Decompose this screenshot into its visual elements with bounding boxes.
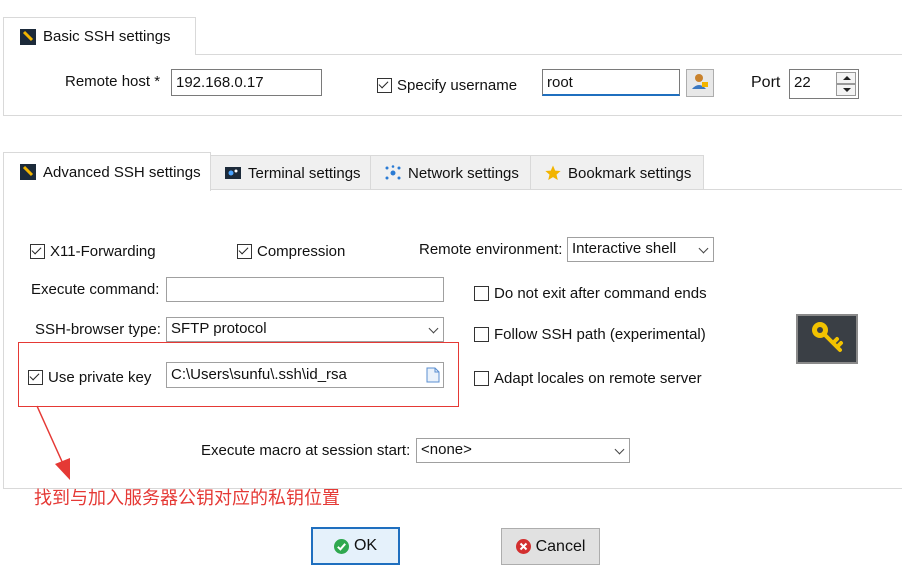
chevron-down-icon bbox=[698, 243, 709, 254]
checkbox-box[interactable] bbox=[237, 244, 252, 259]
adapt-locales-label: Adapt locales on remote server bbox=[494, 370, 702, 387]
tab-label: Bookmark settings bbox=[568, 164, 692, 182]
tab-label: Advanced SSH settings bbox=[43, 163, 201, 181]
port-label: Port bbox=[751, 74, 781, 91]
specify-username-checkbox[interactable]: Specify username bbox=[377, 77, 517, 94]
cancel-button[interactable]: Cancel bbox=[501, 528, 600, 565]
annotation-text: 找到与加入服务器公钥对应的私钥位置 bbox=[34, 488, 340, 509]
select-value: <none> bbox=[421, 441, 472, 458]
do-not-exit-checkbox[interactable]: Do not exit after command ends bbox=[474, 285, 707, 302]
star-icon bbox=[545, 165, 561, 181]
private-key-path-input[interactable]: C:\Users\sunfu\.ssh\id_rsa bbox=[166, 362, 444, 388]
terminal-icon bbox=[225, 165, 241, 181]
remote-environment-label: Remote environment: bbox=[419, 241, 563, 258]
ssh-browser-type-select[interactable]: SFTP protocol bbox=[166, 317, 444, 342]
execute-macro-label: Execute macro at session start: bbox=[201, 442, 411, 459]
ssh-browser-type-label: SSH-browser type: bbox=[35, 321, 161, 338]
wrench-icon bbox=[20, 164, 36, 180]
use-private-key-label: Use private key bbox=[48, 369, 152, 386]
compression-label: Compression bbox=[257, 243, 346, 260]
port-spinner-up[interactable] bbox=[836, 72, 856, 84]
checkbox-box[interactable] bbox=[474, 371, 489, 386]
tab-basic-ssh-settings[interactable]: Basic SSH settings bbox=[3, 17, 196, 55]
checkbox-box[interactable] bbox=[28, 370, 43, 385]
network-icon bbox=[385, 165, 401, 181]
adapt-locales-checkbox[interactable]: Adapt locales on remote server bbox=[474, 370, 702, 387]
file-browse-icon[interactable] bbox=[426, 367, 440, 387]
do-not-exit-label: Do not exit after command ends bbox=[494, 285, 707, 302]
port-spinner-down[interactable] bbox=[836, 84, 856, 96]
compression-checkbox[interactable]: Compression bbox=[237, 243, 345, 260]
specify-username-label: Specify username bbox=[397, 77, 518, 94]
checkbox-box[interactable] bbox=[377, 78, 392, 93]
x11-forwarding-checkbox[interactable]: X11-Forwarding bbox=[30, 243, 156, 260]
tab-label: Terminal settings bbox=[248, 164, 361, 182]
arrow-up-icon bbox=[843, 76, 851, 80]
key-icon bbox=[809, 319, 845, 360]
cancel-circle-icon bbox=[515, 539, 531, 554]
chevron-down-icon bbox=[614, 444, 625, 455]
key-manager-button[interactable] bbox=[796, 314, 858, 364]
select-value: SFTP protocol bbox=[171, 320, 267, 337]
x11-forwarding-label: X11-Forwarding bbox=[50, 243, 156, 260]
ok-label: OK bbox=[353, 537, 378, 554]
select-value: Interactive shell bbox=[572, 240, 677, 257]
wrench-icon bbox=[20, 28, 36, 45]
cancel-label: Cancel bbox=[535, 537, 586, 555]
checkbox-box[interactable] bbox=[474, 286, 489, 301]
annotation-arrow bbox=[36, 405, 70, 480]
tab-label: Network settings bbox=[408, 164, 519, 182]
execute-command-input[interactable] bbox=[166, 277, 444, 302]
follow-ssh-path-checkbox[interactable]: Follow SSH path (experimental) bbox=[474, 326, 706, 343]
user-icon bbox=[691, 72, 709, 95]
checkbox-box[interactable] bbox=[474, 327, 489, 342]
ok-button[interactable]: OK bbox=[311, 527, 400, 565]
tab-bookmark-settings[interactable]: Bookmark settings bbox=[530, 155, 704, 190]
follow-ssh-path-label: Follow SSH path (experimental) bbox=[494, 326, 706, 343]
user-picker-button[interactable] bbox=[686, 69, 714, 97]
chevron-down-icon bbox=[428, 323, 439, 334]
remote-host-label: Remote host * bbox=[65, 73, 161, 90]
remote-environment-select[interactable]: Interactive shell bbox=[567, 237, 714, 262]
checkbox-box[interactable] bbox=[30, 244, 45, 259]
check-circle-icon bbox=[333, 538, 349, 554]
tab-network-settings[interactable]: Network settings bbox=[370, 155, 531, 190]
tab-terminal-settings[interactable]: Terminal settings bbox=[210, 155, 371, 190]
execute-macro-select[interactable]: <none> bbox=[416, 438, 630, 463]
tab-advanced-ssh-settings[interactable]: Advanced SSH settings bbox=[3, 152, 211, 191]
tab-label: Basic SSH settings bbox=[43, 28, 171, 45]
arrow-down-icon bbox=[843, 88, 851, 92]
use-private-key-checkbox[interactable]: Use private key bbox=[28, 369, 151, 386]
username-input[interactable]: root bbox=[542, 69, 680, 96]
remote-host-input[interactable]: 192.168.0.17 bbox=[171, 69, 322, 96]
execute-command-label: Execute command: bbox=[31, 281, 160, 298]
